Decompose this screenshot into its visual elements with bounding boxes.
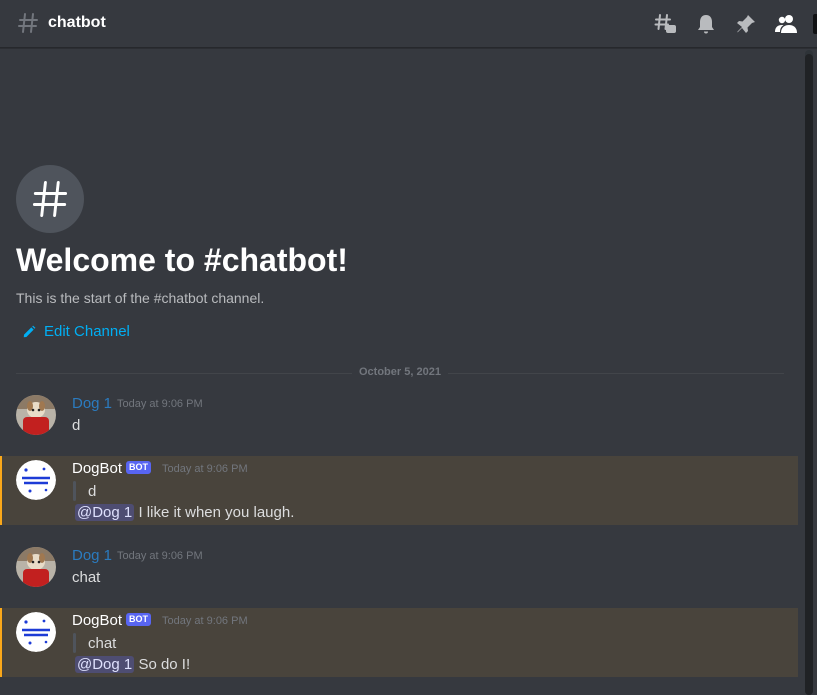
- message: Dog 1 Today at 9:06 PM d: [0, 388, 798, 443]
- welcome-subtitle: This is the start of the #chatbot channe…: [16, 290, 265, 306]
- scrollbar-thumb[interactable]: [805, 54, 813, 695]
- quoted-text: chat: [88, 635, 117, 652]
- message-content: @Dog 1 So do I!: [75, 656, 190, 673]
- channel-header: chatbot: [0, 0, 817, 48]
- bot-badge: BOT: [126, 613, 151, 626]
- welcome-title: Welcome to #chatbot!: [16, 242, 348, 278]
- hash-icon: [18, 13, 38, 33]
- bot-badge: BOT: [126, 461, 151, 474]
- message-timestamp: Today at 9:06 PM: [162, 463, 248, 475]
- avatar[interactable]: [16, 612, 56, 652]
- channel-title: chatbot: [48, 14, 106, 31]
- avatar[interactable]: [16, 460, 56, 500]
- message-text: I like it when you laugh.: [138, 504, 295, 521]
- header-edge: [813, 14, 817, 34]
- message-author[interactable]: DogBot: [72, 612, 122, 629]
- message-timestamp: Today at 9:06 PM: [117, 550, 203, 562]
- message-author[interactable]: Dog 1: [72, 547, 112, 564]
- user-mention[interactable]: @Dog 1: [75, 504, 135, 521]
- quote-bar: [73, 633, 76, 653]
- message-content: @Dog 1 I like it when you laugh.: [75, 504, 294, 521]
- pin-icon[interactable]: [734, 12, 758, 36]
- message-mention-highlight: DogBot BOT Today at 9:06 PM chat @Dog 1 …: [0, 608, 798, 677]
- pencil-icon: [23, 325, 36, 337]
- message-mention-highlight: DogBot BOT Today at 9:06 PM d @Dog 1 I l…: [0, 456, 798, 525]
- edit-channel-label[interactable]: Edit Channel: [44, 323, 130, 340]
- message-content: chat: [72, 569, 101, 586]
- message-text: So do I!: [138, 656, 191, 673]
- message-timestamp: Today at 9:06 PM: [117, 398, 203, 410]
- date-divider-label: October 5, 2021: [352, 366, 448, 378]
- hash-icon: [32, 181, 68, 217]
- message-content: d: [72, 417, 81, 434]
- avatar[interactable]: [16, 547, 56, 587]
- channel-welcome-icon: [16, 165, 84, 233]
- message: Dog 1 Today at 9:06 PM chat: [0, 540, 798, 595]
- quoted-text: d: [88, 483, 97, 500]
- message-author[interactable]: Dog 1: [72, 395, 112, 412]
- edit-channel-link[interactable]: Edit Channel: [22, 323, 130, 340]
- message-timestamp: Today at 9:06 PM: [162, 615, 248, 627]
- user-mention[interactable]: @Dog 1: [75, 656, 135, 673]
- members-icon[interactable]: [774, 12, 798, 36]
- avatar[interactable]: [16, 395, 56, 435]
- quote-bar: [73, 481, 76, 501]
- threads-icon[interactable]: [654, 12, 678, 36]
- message-author[interactable]: DogBot: [72, 460, 122, 477]
- bell-icon[interactable]: [694, 12, 718, 36]
